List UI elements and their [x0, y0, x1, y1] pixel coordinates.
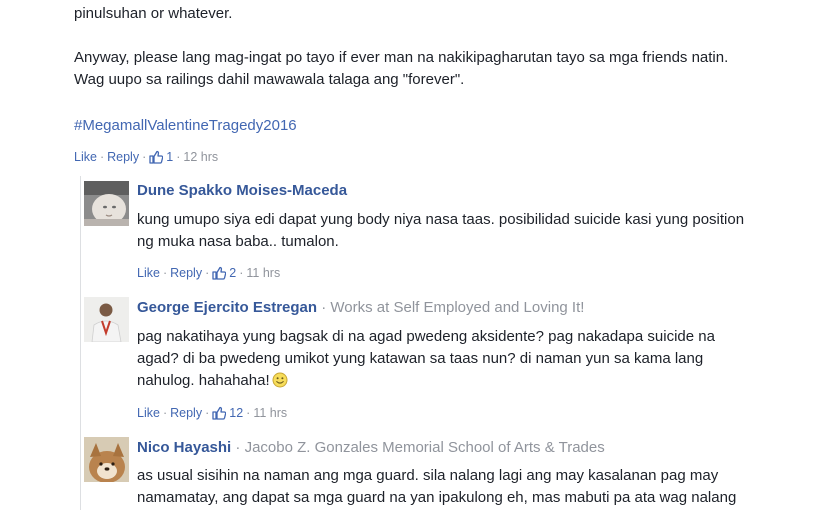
comment-thread: pinulsuhan or whatever. Anyway, please l…	[0, 0, 825, 510]
comment-author: Nico Hayashi · Jacobo Z. Gonzales Memori…	[137, 439, 605, 456]
comment-actions: Like · Reply · 12 · 11 hrs	[137, 405, 287, 424]
author-name-link[interactable]: Nico Hayashi	[137, 439, 231, 456]
avatar[interactable]	[84, 437, 129, 482]
author-workplace: Works at Self Employed and Loving It!	[330, 299, 585, 316]
post-text-line: Anyway, please lang mag-ingat po tayo if…	[74, 49, 729, 66]
timestamp[interactable]: 12 hrs	[183, 150, 218, 164]
like-count[interactable]: 1	[166, 150, 173, 164]
reply-link[interactable]: Reply	[170, 266, 202, 280]
comment-text-line: pag nakatihaya yung bagsak di na agad pw…	[137, 328, 715, 345]
comment-text-line: kung umupo siya edi dapat yung body niya…	[137, 211, 745, 228]
like-thumb-icon	[212, 266, 227, 284]
author-name-link[interactable]: George Ejercito Estregan	[137, 299, 317, 316]
post-text-line: Wag uupo sa railings dahil mawawala tala…	[74, 71, 465, 88]
like-count[interactable]: 12	[229, 406, 243, 420]
comment-text-line: namamatay, ang dapat sa mga guard na yan…	[137, 489, 737, 506]
reply-thread-line	[80, 176, 81, 510]
post-text-line: pinulsuhan or whatever.	[74, 5, 233, 22]
comment-text-line: as usual sisihin na naman ang mga guard.…	[137, 467, 719, 484]
reply-link[interactable]: Reply	[170, 406, 202, 420]
comment-actions: Like · Reply · 2 · 11 hrs	[137, 265, 280, 284]
like-thumb-icon	[149, 150, 164, 168]
author-name-link[interactable]: Dune Spakko Moises-Maceda	[137, 182, 347, 199]
like-thumb-icon	[212, 406, 227, 424]
avatar[interactable]	[84, 297, 129, 342]
like-link[interactable]: Like	[137, 406, 160, 420]
comment-text-line: agad? di ba pwedeng umikot yung katawan …	[137, 350, 704, 367]
timestamp[interactable]: 11 hrs	[253, 406, 287, 420]
avatar[interactable]	[84, 181, 129, 226]
comment-text-line: nahulog. hahahaha!	[137, 372, 270, 389]
like-link[interactable]: Like	[137, 266, 160, 280]
like-count[interactable]: 2	[229, 266, 236, 280]
comment-author: George Ejercito Estregan · Works at Self…	[137, 299, 585, 316]
post-actions: Like · Reply · 1 · 12 hrs	[74, 149, 218, 168]
comment-text-line: ng muka nasa baba.. tumalon.	[137, 233, 339, 250]
author-workplace: Jacobo Z. Gonzales Memorial School of Ar…	[244, 439, 605, 456]
comment-text: kung umupo siya edi dapat yung body niya…	[137, 209, 825, 253]
hashtag-link[interactable]: #MegamallValentineTragedy2016	[74, 115, 297, 137]
like-link[interactable]: Like	[74, 150, 97, 164]
smile-emoji-icon	[272, 372, 288, 395]
comment-text: pag nakatihaya yung bagsak di na agad pw…	[137, 326, 825, 395]
reply-link[interactable]: Reply	[107, 150, 139, 164]
timestamp[interactable]: 11 hrs	[246, 266, 280, 280]
comment-author: Dune Spakko Moises-Maceda	[137, 181, 347, 201]
comment-text: as usual sisihin na naman ang mga guard.…	[137, 465, 825, 509]
